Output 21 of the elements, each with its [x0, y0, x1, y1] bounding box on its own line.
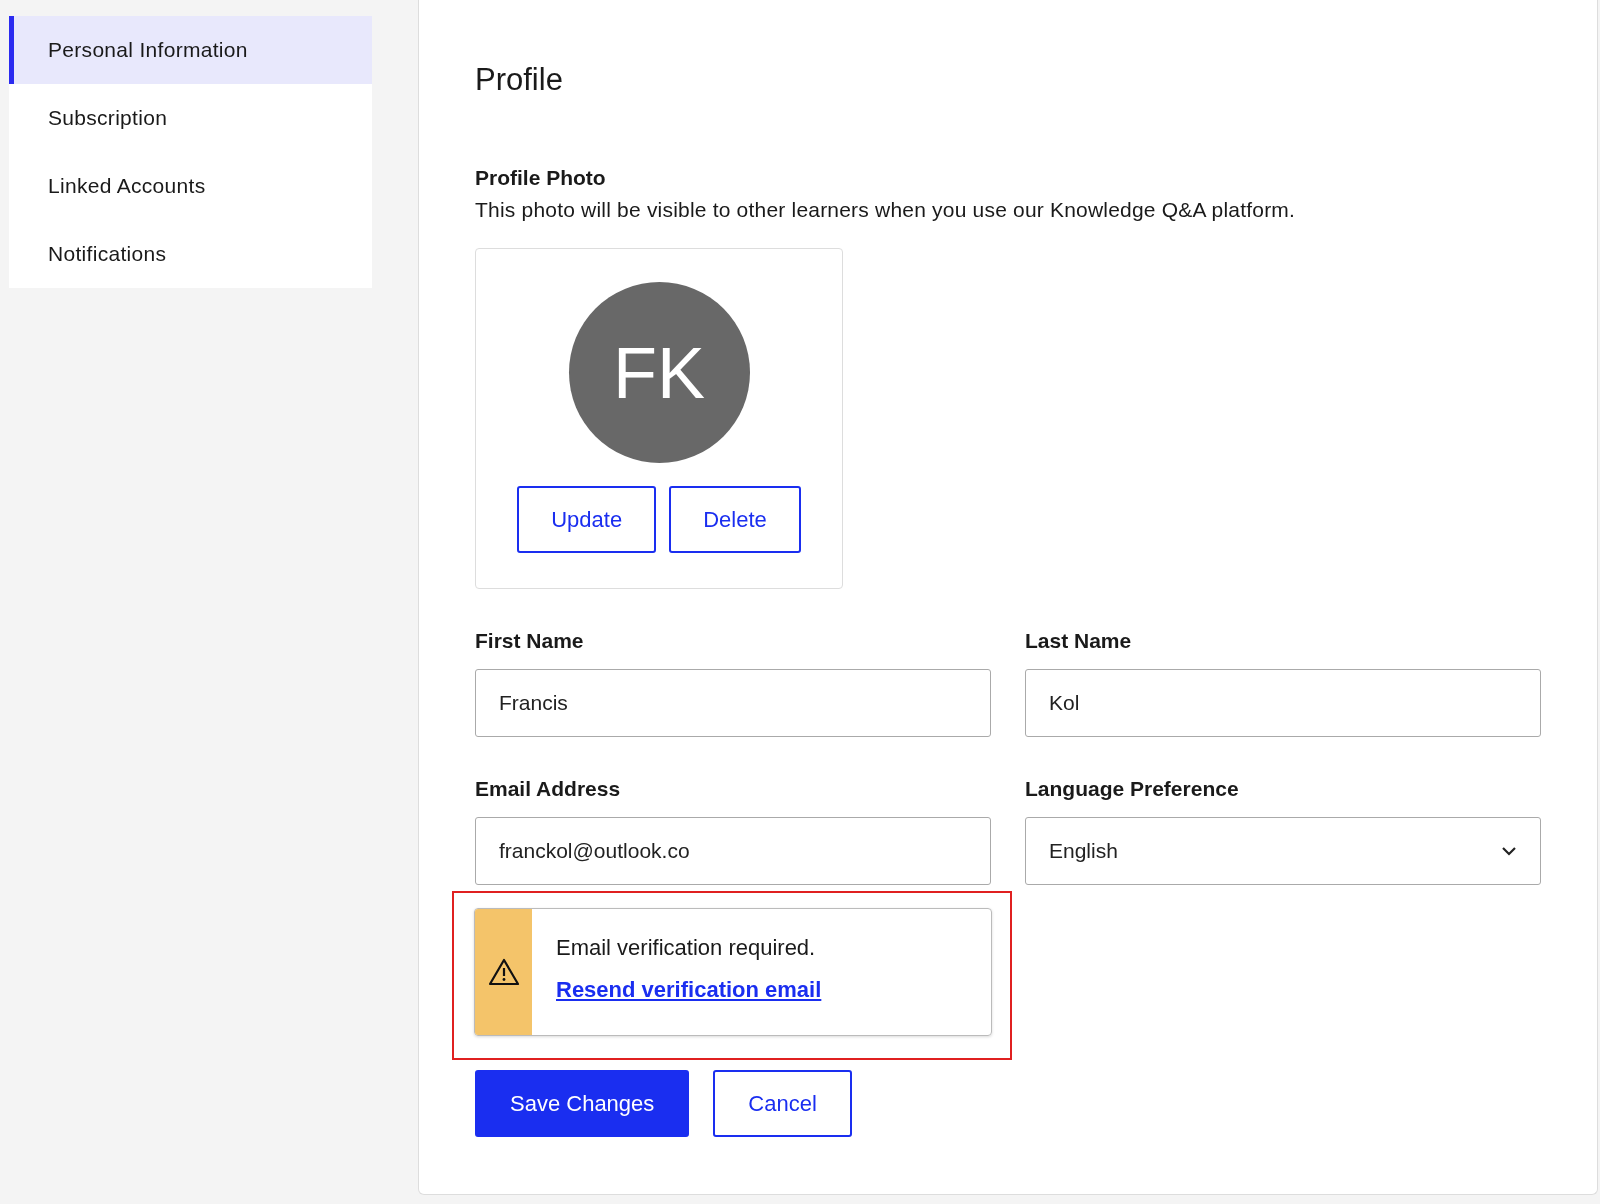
field-label: Last Name [1025, 629, 1133, 653]
sidebar-item[interactable]: Personal Information [9, 16, 372, 84]
section-label: Profile Photo [475, 166, 607, 190]
field-label: Language Preference [1025, 777, 1240, 801]
alert-message: Email verification required. [556, 935, 817, 961]
field-label: First Name [475, 629, 585, 653]
cancel-button[interactable]: Cancel [713, 1070, 852, 1137]
photo-button[interactable]: Update [517, 486, 657, 553]
warning-icon [487, 958, 520, 986]
page-title: Profile [475, 62, 564, 98]
save-button[interactable]: Save Changes [475, 1070, 690, 1137]
avatar-initials: FK [568, 282, 750, 463]
chevron-down-icon [1501, 846, 1517, 856]
photo-button[interactable]: Delete [669, 486, 801, 553]
text-field[interactable]: franckol@outlook.co [475, 817, 991, 885]
field-label: Email Address [475, 777, 622, 801]
section-description: This photo will be visible to other learners when you use our Knowledge Q&A platform. [475, 198, 1297, 222]
text-field[interactable]: Kol [1025, 669, 1541, 737]
language-dropdown[interactable]: English [1025, 817, 1541, 885]
text-field[interactable]: Francis [475, 669, 991, 737]
resend-link[interactable]: Resend verification email [556, 977, 822, 1003]
